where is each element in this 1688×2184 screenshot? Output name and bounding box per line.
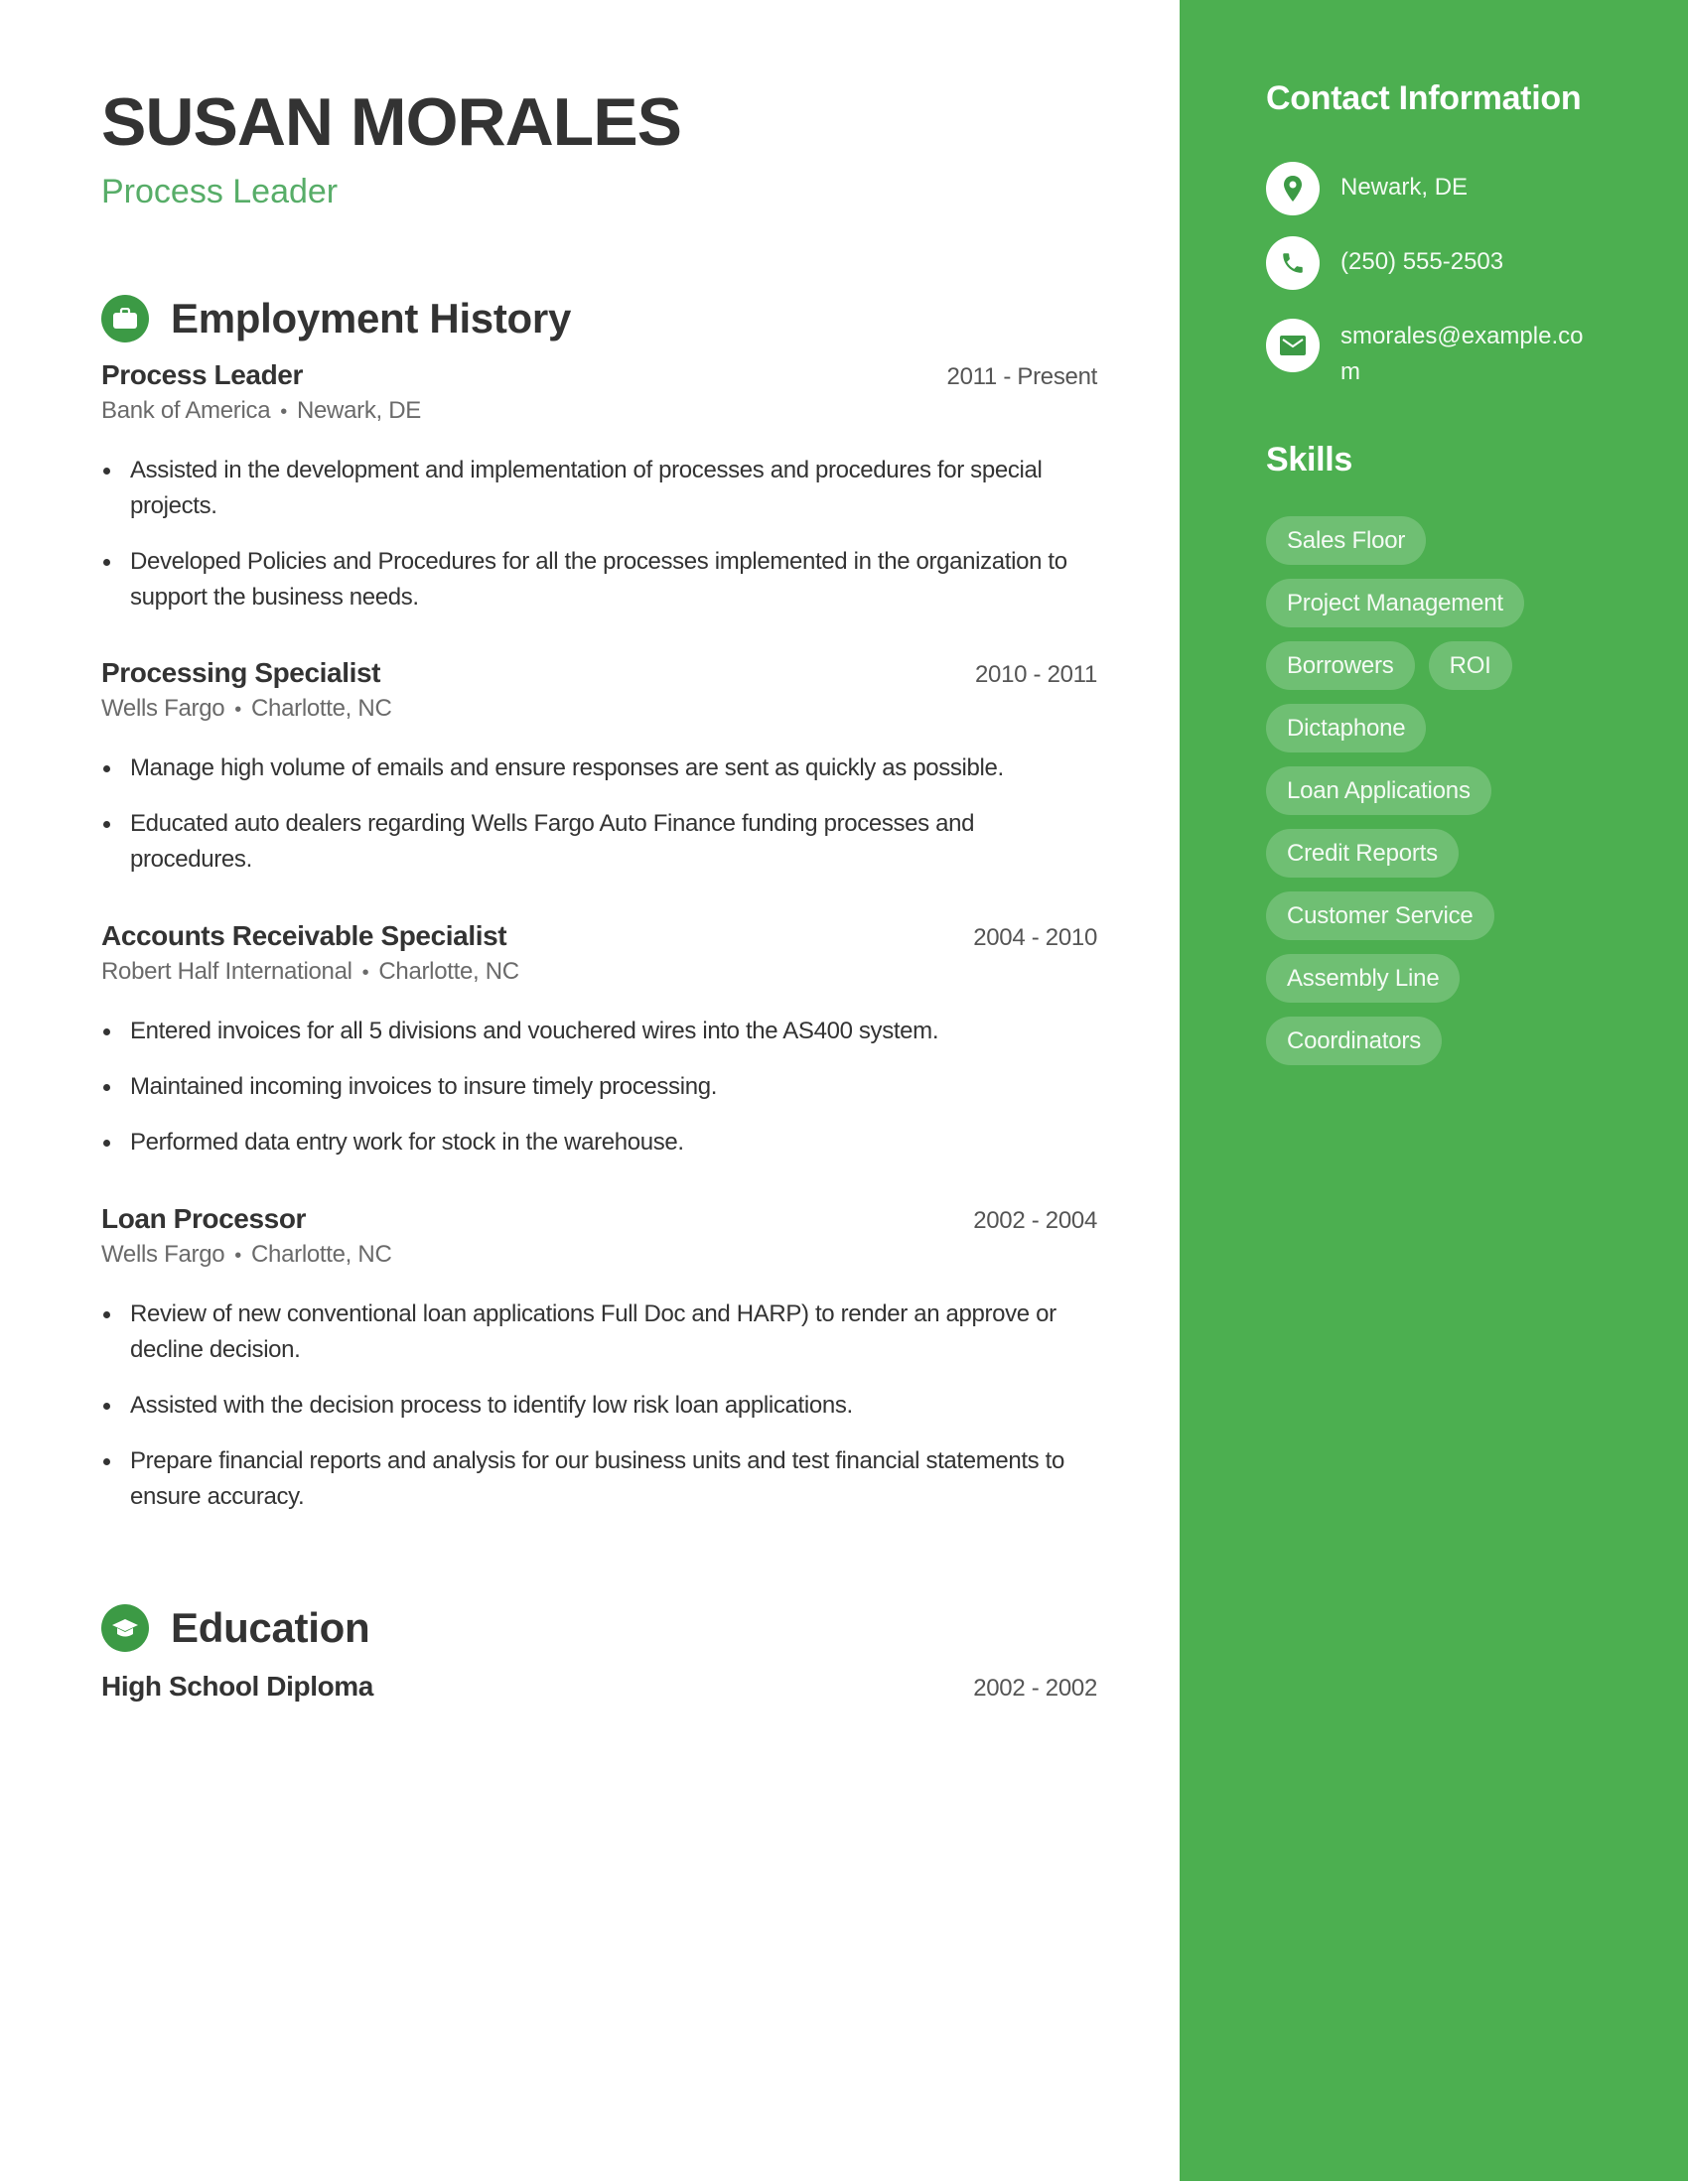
skill-pill: Project Management (1266, 579, 1524, 627)
job-title: Accounts Receivable Specialist (101, 920, 507, 951)
separator-dot: • (280, 401, 287, 423)
skills-list: Sales Floor Project Management Borrowers… (1266, 516, 1623, 1079)
bullet-text: Entered invoices for all 5 divisions and… (130, 1018, 939, 1044)
job-company-location: Robert Half International • Charlotte, NC (101, 958, 1097, 994)
bullet-dot (103, 1458, 110, 1465)
bullet-dot (103, 559, 110, 566)
job-company: Robert Half International (101, 958, 352, 985)
job-bullets: Entered invoices for all 5 divisions and… (101, 1014, 1097, 1160)
job-entry: Processing Specialist 2010 - 2011 Wells … (101, 657, 1097, 897)
job-bullet: Educated auto dealers regarding Wells Fa… (101, 806, 1097, 878)
skill-pill: Sales Floor (1266, 516, 1427, 565)
job-title: Processing Specialist (101, 657, 381, 688)
job-bullet: Prepare financial reports and analysis f… (101, 1443, 1097, 1515)
job-dates: 2011 - Present (946, 363, 1098, 390)
job-title: Loan Processor (101, 1203, 307, 1234)
location-pin-icon (1266, 162, 1320, 215)
job-company: Bank of America (101, 397, 271, 424)
skill-pill: Credit Reports (1266, 829, 1459, 878)
education-entry: High School Diploma 2002 - 2002 (101, 1671, 1097, 1706)
bullet-text: Manage high volume of emails and ensure … (130, 754, 1004, 781)
bullet-dot (103, 821, 110, 828)
job-location: Newark, DE (296, 397, 421, 424)
separator-dot: • (361, 962, 369, 984)
skills-heading: Skills (1266, 441, 1353, 478)
contact-heading: Contact Information (1266, 79, 1582, 117)
bullet-dot (103, 1403, 110, 1410)
contact-phone: (250) 555-2503 (1340, 248, 1504, 275)
education-section-header: Education (101, 1604, 370, 1652)
job-bullets: Manage high volume of emails and ensure … (101, 751, 1097, 878)
mail-icon (1266, 319, 1320, 372)
bullet-dot (103, 1311, 110, 1318)
job-bullets: Assisted in the development and implemen… (101, 453, 1097, 615)
separator-dot: • (234, 1245, 241, 1267)
job-title: Process Leader (101, 359, 303, 390)
bullet-dot (103, 1084, 110, 1091)
bullet-dot (103, 1028, 110, 1035)
skill-pill: Coordinators (1266, 1017, 1443, 1065)
job-entry: Accounts Receivable Specialist 2004 - 20… (101, 920, 1097, 1180)
bullet-dot (103, 468, 110, 475)
separator-dot: • (234, 699, 241, 721)
phone-icon (1266, 236, 1320, 290)
candidate-title: Process Leader (101, 173, 339, 210)
graduation-cap-icon (101, 1604, 149, 1652)
skill-pill: Loan Applications (1266, 766, 1491, 815)
job-location: Charlotte, NC (251, 695, 392, 722)
bullet-text: Developed Policies and Procedures for al… (130, 548, 1067, 611)
job-bullet: Assisted with the decision process to id… (101, 1388, 1097, 1424)
bullet-text: Performed data entry work for stock in t… (130, 1129, 684, 1156)
bullet-text: Review of new conventional loan applicat… (130, 1300, 1056, 1363)
job-dates: 2004 - 2010 (973, 924, 1097, 951)
bullet-text: Assisted with the decision process to id… (130, 1392, 853, 1419)
job-bullet: Entered invoices for all 5 divisions and… (101, 1014, 1097, 1049)
job-entry: Loan Processor 2002 - 2004 Wells Fargo • C… (101, 1203, 1097, 1535)
employment-heading: Employment History (171, 295, 572, 341)
job-bullet: Manage high volume of emails and ensure … (101, 751, 1097, 786)
bullet-text: Assisted in the development and implemen… (130, 457, 1043, 519)
contact-item-phone: (250) 555-2503 (1266, 236, 1589, 290)
job-bullet: Developed Policies and Procedures for al… (101, 544, 1097, 615)
contact-item-email: smorales@example.com (1266, 319, 1589, 390)
education-dates: 2002 - 2002 (973, 1675, 1097, 1702)
job-company-location: Bank of America • Newark, DE (101, 397, 1097, 433)
contact-email: smorales@example.com (1340, 323, 1584, 385)
skill-pill: Assembly Line (1266, 954, 1461, 1003)
job-company-location: Wells Fargo • Charlotte, NC (101, 1241, 1097, 1277)
bullet-dot (103, 765, 110, 772)
skill-pill: ROI (1428, 641, 1512, 690)
briefcase-icon (101, 295, 149, 342)
contact-item-location: Newark, DE (1266, 162, 1589, 215)
job-company: Wells Fargo (101, 695, 225, 722)
bullet-text: Prepare financial reports and analysis f… (130, 1447, 1064, 1510)
education-degree: High School Diploma (101, 1671, 373, 1702)
bullet-dot (103, 1140, 110, 1147)
bullet-text: Educated auto dealers regarding Wells Fa… (130, 810, 975, 873)
job-company-location: Wells Fargo • Charlotte, NC (101, 695, 1097, 731)
skill-pill: Dictaphone (1266, 704, 1427, 752)
sidebar: Contact Information Newark, DE (250) 555… (1180, 0, 1688, 2181)
job-dates: 2010 - 2011 (974, 661, 1097, 688)
job-location: Charlotte, NC (251, 1241, 392, 1268)
job-bullet: Maintained incoming invoices to insure t… (101, 1069, 1097, 1105)
employment-section-header: Employment History (101, 295, 571, 342)
job-dates: 2002 - 2004 (973, 1207, 1097, 1234)
job-bullet: Assisted in the development and implemen… (101, 453, 1097, 524)
skill-pill: Borrowers (1266, 641, 1415, 690)
job-bullet: Review of new conventional loan applicat… (101, 1297, 1097, 1368)
job-bullets: Review of new conventional loan applicat… (101, 1297, 1097, 1515)
contact-location: Newark, DE (1340, 174, 1469, 201)
education-heading: Education (171, 1604, 370, 1651)
skill-pill: Customer Service (1266, 891, 1494, 940)
job-company: Wells Fargo (101, 1241, 225, 1268)
job-entry: Process Leader 2011 - Present Bank of Am… (101, 359, 1097, 635)
job-location: Charlotte, NC (378, 958, 519, 985)
bullet-text: Maintained incoming invoices to insure t… (130, 1073, 718, 1100)
job-bullet: Performed data entry work for stock in t… (101, 1125, 1097, 1160)
candidate-name: SUSAN MORALES (101, 84, 682, 160)
